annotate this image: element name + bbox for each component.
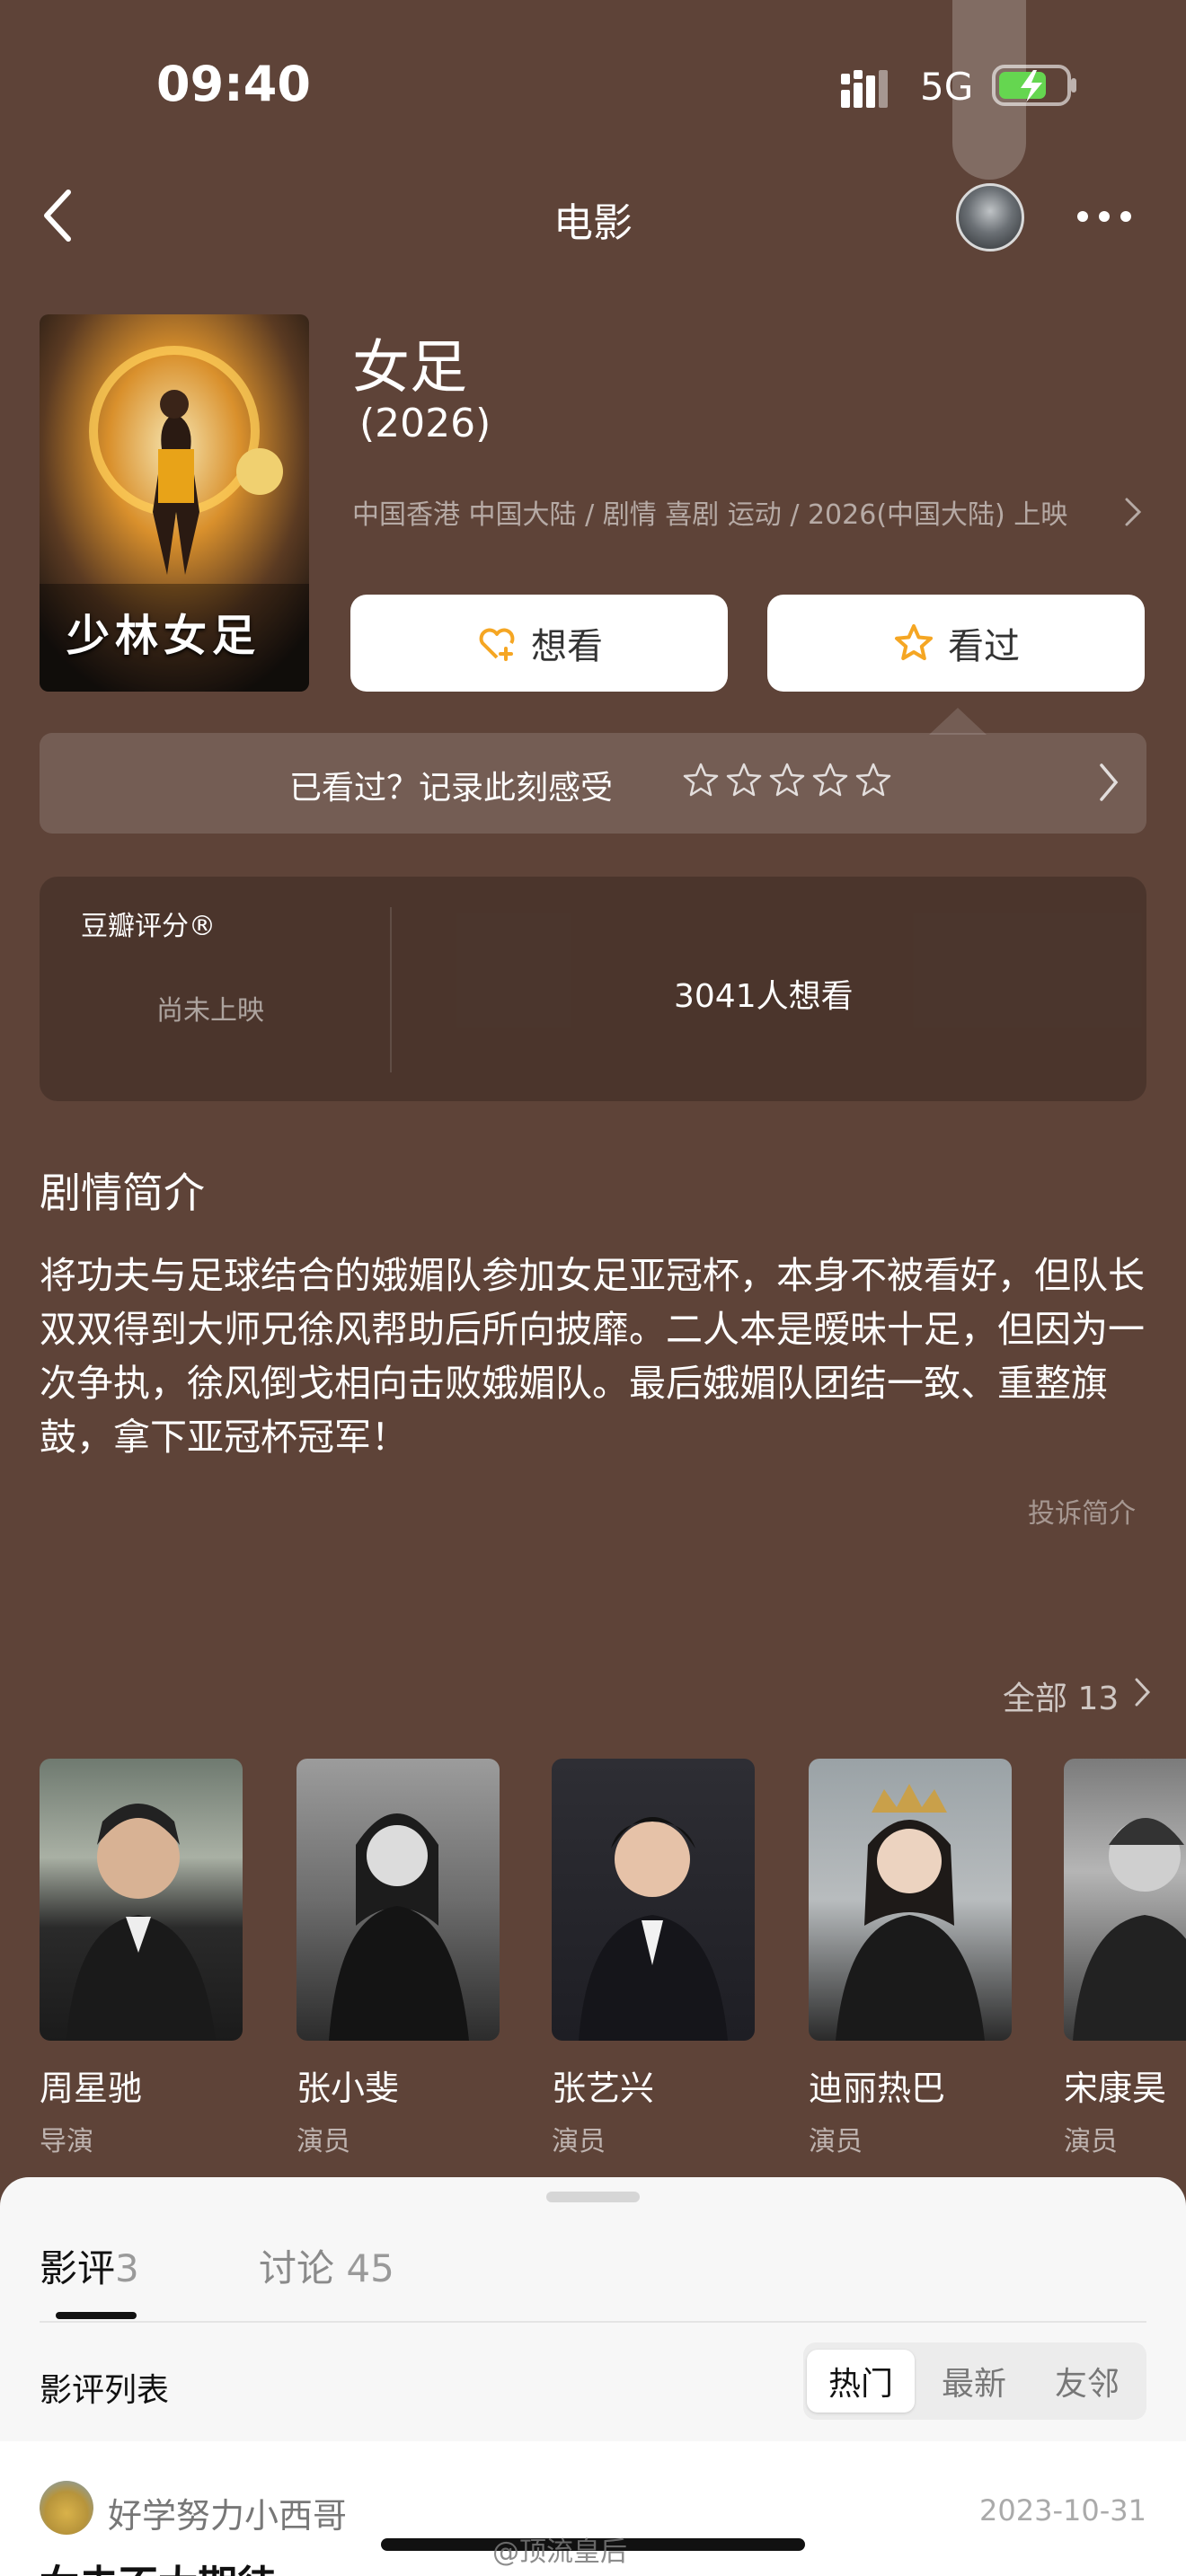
- report-synopsis-link[interactable]: 投诉简介: [1028, 1491, 1136, 1531]
- cast-photo: [296, 1759, 500, 2041]
- heart-plus-icon: [479, 628, 515, 661]
- review-author-avatar[interactable]: [40, 2481, 93, 2535]
- tab-reviews[interactable]: 影评3: [40, 2238, 139, 2293]
- tab-divider: [40, 2321, 1146, 2323]
- review-title[interactable]: 女去不太期待: [40, 2553, 277, 2576]
- watched-button[interactable]: 看过: [767, 595, 1145, 692]
- movie-meta[interactable]: 中国香港 中国大陆 / 剧情 喜剧 运动 / 2026(中国大陆) 上映: [352, 492, 1067, 532]
- sort-newest[interactable]: 最新: [920, 2350, 1028, 2413]
- rating-divider: [390, 907, 392, 1072]
- cast-photo: [1064, 1759, 1186, 2041]
- review-date: 2023-10-31: [979, 2493, 1146, 2527]
- star-rating-input[interactable]: [681, 760, 893, 805]
- douban-rating-title: 豆瓣评分®: [81, 911, 216, 942]
- cast-role: 演员: [552, 2126, 606, 2157]
- cast-role: 演员: [1064, 2126, 1118, 2157]
- poster-title-text: 少林女足: [66, 611, 261, 661]
- review-list-label: 影评列表: [40, 2372, 170, 2409]
- watermark: @顶流皇后: [492, 2536, 627, 2568]
- movie-year: (2026): [359, 401, 491, 446]
- tab-reviews-count: 3: [115, 2246, 139, 2290]
- want-to-watch-button[interactable]: 想看: [350, 595, 728, 692]
- cast-view-all[interactable]: 全部 13: [1003, 1672, 1119, 1719]
- more-dots-icon[interactable]: [1075, 203, 1134, 230]
- record-feeling-prompt: 已看过？记录此刻感受: [289, 770, 614, 807]
- cast-name: 张艺兴: [552, 2069, 655, 2108]
- cast-photo: [809, 1759, 1012, 2041]
- movie-title: 女足: [352, 335, 467, 401]
- tab-discussions-count: 45: [346, 2246, 394, 2290]
- cast-role: 导演: [40, 2126, 93, 2157]
- rating-status: 尚未上映: [156, 995, 264, 1027]
- synopsis-heading: 剧情简介: [40, 1169, 205, 1217]
- cast-card[interactable]: 宋康昊 演员: [1064, 1759, 1186, 2158]
- cast-name: 张小斐: [296, 2069, 400, 2108]
- tab-discussions[interactable]: 讨论 45: [259, 2238, 394, 2293]
- cast-name: 周星驰: [40, 2069, 143, 2108]
- chevron-right-icon[interactable]: [1123, 496, 1143, 528]
- cast-card[interactable]: 张小斐 演员: [296, 1759, 500, 2158]
- cast-card[interactable]: 周星驰 导演: [40, 1759, 243, 2158]
- callout-pointer: [929, 708, 987, 735]
- cast-photo: [552, 1759, 755, 2041]
- cast-role: 演员: [809, 2126, 863, 2157]
- chevron-right-icon[interactable]: [1098, 762, 1120, 803]
- cast-name: 宋康昊: [1064, 2069, 1167, 2108]
- want-to-watch-label: 想看: [531, 626, 603, 667]
- nav-title: 电影: [553, 200, 633, 246]
- cast-card[interactable]: 迪丽热巴 演员: [809, 1759, 1012, 2158]
- signal-bars-icon: [841, 70, 888, 108]
- sort-friends[interactable]: 友邻: [1033, 2350, 1141, 2413]
- synopsis-text: 将功夫与足球结合的娥媚队参加女足亚冠杯，本身不被看好，但队长双双得到大师兄徐风帮…: [40, 1254, 1145, 1459]
- network-type: 5G: [920, 65, 974, 109]
- cast-photo: [40, 1759, 243, 2041]
- watched-label: 看过: [948, 626, 1020, 667]
- review-author[interactable]: 好学努力小西哥: [108, 2488, 347, 2537]
- tab-reviews-label: 影评: [40, 2246, 116, 2290]
- battery-charging-icon: [992, 65, 1076, 106]
- movie-poster[interactable]: 少林女足: [40, 314, 309, 692]
- cast-card[interactable]: 张艺兴 演员: [552, 1759, 755, 2158]
- back-button[interactable]: [36, 180, 86, 251]
- sort-hot[interactable]: 热门: [807, 2350, 915, 2413]
- user-avatar[interactable]: [956, 183, 1024, 251]
- tab-discussions-label: 讨论: [259, 2246, 335, 2290]
- cast-role: 演员: [296, 2126, 350, 2157]
- wish-count[interactable]: 3041人想看: [674, 970, 854, 1017]
- status-time: 09:40: [156, 56, 311, 112]
- star-icon: [895, 624, 933, 660]
- cast-name: 迪丽热巴: [809, 2069, 946, 2108]
- chevron-right-icon[interactable]: [1134, 1676, 1152, 1708]
- sheet-drag-handle[interactable]: [546, 2192, 640, 2202]
- active-tab-indicator: [56, 2312, 137, 2319]
